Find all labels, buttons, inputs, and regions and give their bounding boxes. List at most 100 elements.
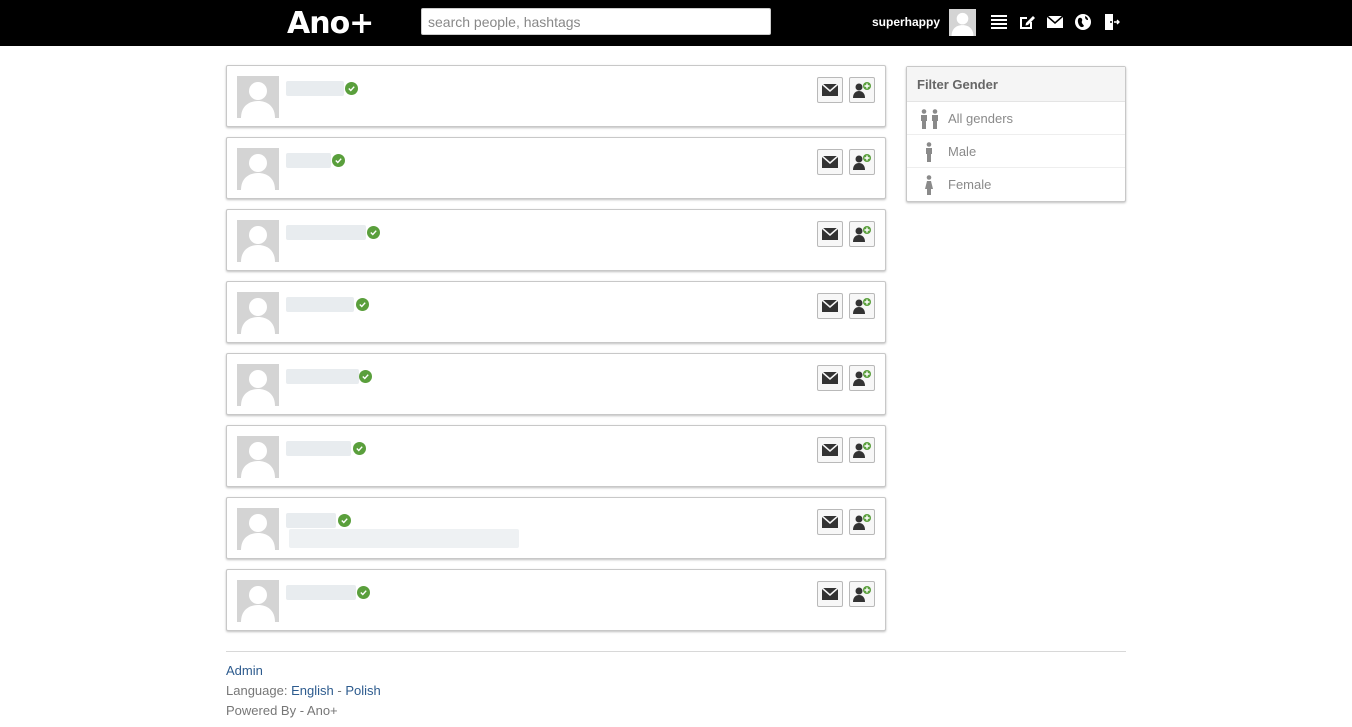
user-avatar[interactable]: [237, 220, 279, 262]
add-user-icon: [852, 297, 872, 315]
send-message-button[interactable]: [817, 221, 843, 247]
add-friend-button[interactable]: [849, 221, 875, 247]
profile-avatar[interactable]: [949, 9, 976, 36]
top-navbar: Ano+ superhappy: [0, 0, 1352, 46]
user-silhouette-icon: [241, 514, 275, 550]
user-name-redacted[interactable]: [286, 225, 366, 240]
verified-check-icon: [367, 226, 380, 239]
mail-icon[interactable]: [1046, 13, 1064, 31]
add-friend-button[interactable]: [849, 581, 875, 607]
user-silhouette-icon: [241, 370, 275, 406]
user-name-redacted[interactable]: [286, 441, 351, 456]
user-name-redacted[interactable]: [286, 513, 336, 528]
filter-option-label: All genders: [948, 111, 1014, 126]
add-friend-button[interactable]: [849, 437, 875, 463]
user-card: [226, 497, 886, 559]
user-card: [226, 281, 886, 343]
mail-icon: [821, 587, 839, 601]
verified-check-icon: [353, 442, 366, 455]
send-message-button[interactable]: [817, 149, 843, 175]
verified-check-icon: [356, 298, 369, 311]
add-friend-button[interactable]: [849, 77, 875, 103]
add-user-icon: [852, 153, 872, 171]
female-icon: [919, 175, 941, 195]
filter-option-female[interactable]: Female: [907, 168, 1125, 201]
user-silhouette-icon: [241, 298, 275, 334]
mail-icon: [821, 83, 839, 97]
language-separator: -: [337, 683, 342, 698]
mail-icon: [821, 155, 839, 169]
stream-icon[interactable]: [990, 13, 1008, 31]
language-english-link[interactable]: English: [291, 683, 334, 698]
user-silhouette-icon: [951, 12, 974, 36]
user-card: [226, 137, 886, 199]
globe-icon[interactable]: [1074, 13, 1092, 31]
verified-check-icon: [332, 154, 345, 167]
verified-check-icon: [359, 370, 372, 383]
send-message-button[interactable]: [817, 437, 843, 463]
add-user-icon: [852, 225, 872, 243]
username-link[interactable]: superhappy: [872, 14, 940, 30]
send-message-button[interactable]: [817, 581, 843, 607]
add-user-icon: [852, 369, 872, 387]
verified-check-icon: [357, 586, 370, 599]
user-silhouette-icon: [241, 442, 275, 478]
user-avatar[interactable]: [237, 436, 279, 478]
mail-icon: [821, 371, 839, 385]
user-name-redacted[interactable]: [286, 369, 359, 384]
send-message-button[interactable]: [817, 365, 843, 391]
send-message-button[interactable]: [817, 77, 843, 103]
footer-divider: [226, 651, 1126, 652]
add-friend-button[interactable]: [849, 293, 875, 319]
user-name-redacted[interactable]: [286, 297, 354, 312]
logo[interactable]: Ano+: [287, 6, 374, 42]
user-avatar[interactable]: [237, 364, 279, 406]
user-silhouette-icon: [241, 586, 275, 622]
logout-icon[interactable]: [1102, 13, 1120, 31]
mail-icon: [821, 515, 839, 529]
user-card: [226, 353, 886, 415]
footer: Admin Language: English - Polish Powered…: [226, 661, 381, 721]
male-icon: [919, 142, 941, 162]
add-friend-button[interactable]: [849, 149, 875, 175]
add-user-icon: [852, 441, 872, 459]
user-silhouette-icon: [241, 154, 275, 190]
filter-option-all-genders[interactable]: All genders: [907, 102, 1125, 135]
mail-icon: [821, 227, 839, 241]
mail-icon: [821, 299, 839, 313]
admin-link[interactable]: Admin: [226, 663, 263, 678]
compose-icon[interactable]: [1018, 13, 1036, 31]
add-friend-button[interactable]: [849, 509, 875, 535]
add-user-icon: [852, 585, 872, 603]
user-avatar[interactable]: [237, 76, 279, 118]
filter-option-male[interactable]: Male: [907, 135, 1125, 168]
couple-icon: [919, 109, 941, 129]
user-card: [226, 209, 886, 271]
language-polish-link[interactable]: Polish: [345, 683, 380, 698]
filter-option-label: Female: [948, 177, 992, 192]
user-bio-redacted: [289, 529, 519, 548]
user-card: [226, 425, 886, 487]
search-input[interactable]: [421, 8, 771, 35]
filter-gender-panel: Filter Gender All genders Male Female: [906, 66, 1126, 202]
filter-title: Filter Gender: [907, 67, 1125, 102]
add-friend-button[interactable]: [849, 365, 875, 391]
user-avatar[interactable]: [237, 580, 279, 622]
verified-check-icon: [338, 514, 351, 527]
language-label: Language:: [226, 683, 288, 698]
user-avatar[interactable]: [237, 292, 279, 334]
user-name-redacted[interactable]: [286, 585, 356, 600]
send-message-button[interactable]: [817, 509, 843, 535]
user-name-redacted[interactable]: [286, 153, 331, 168]
send-message-button[interactable]: [817, 293, 843, 319]
verified-check-icon: [345, 82, 358, 95]
user-silhouette-icon: [241, 82, 275, 118]
user-avatar[interactable]: [237, 508, 279, 550]
language-switcher: Language: English - Polish: [226, 681, 381, 701]
user-name-redacted[interactable]: [286, 81, 344, 96]
user-silhouette-icon: [241, 226, 275, 262]
user-avatar[interactable]: [237, 148, 279, 190]
user-list: [226, 65, 886, 641]
user-card: [226, 65, 886, 127]
filter-option-label: Male: [948, 144, 977, 159]
